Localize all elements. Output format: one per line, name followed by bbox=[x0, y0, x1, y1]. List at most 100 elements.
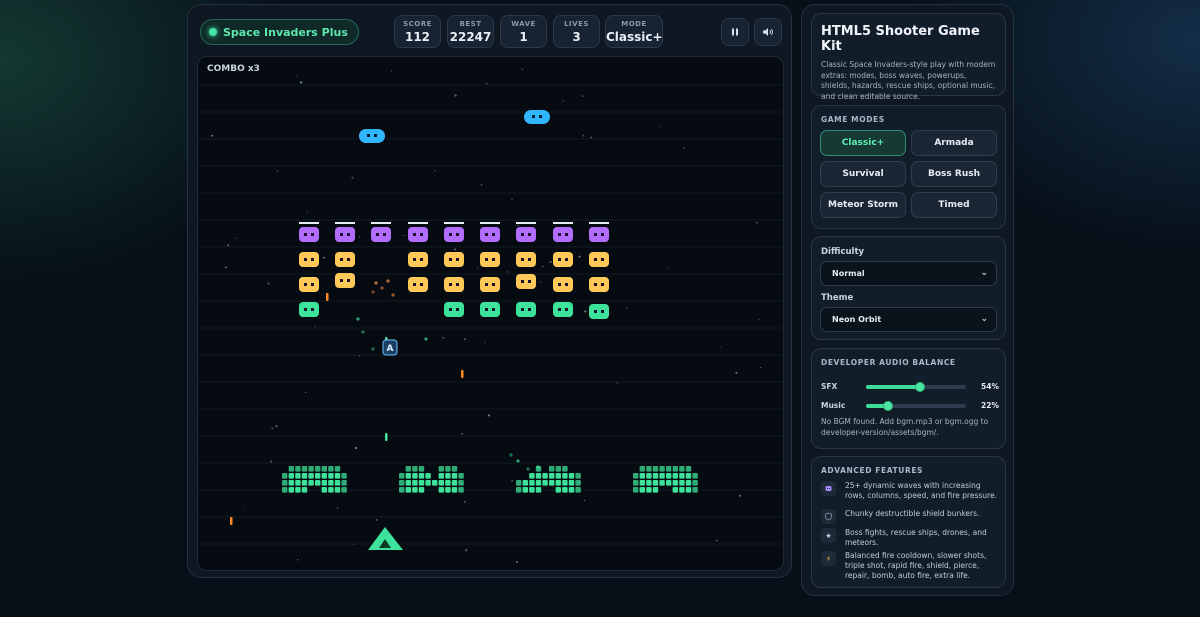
invader-eye bbox=[521, 280, 524, 283]
invader-icon bbox=[444, 252, 464, 267]
pause-button[interactable] bbox=[721, 18, 749, 46]
bunker-block bbox=[679, 466, 685, 472]
invader-health-bar bbox=[408, 222, 428, 224]
star bbox=[434, 170, 436, 172]
bunker-block bbox=[659, 473, 665, 479]
invader-eye bbox=[594, 283, 597, 286]
difficulty-select[interactable]: Normal ⌄ bbox=[820, 261, 997, 286]
music-slider[interactable] bbox=[866, 401, 966, 411]
star bbox=[211, 134, 214, 137]
bunker-block bbox=[562, 480, 568, 486]
star bbox=[242, 505, 244, 507]
ufo-eye bbox=[539, 115, 542, 118]
invader-body bbox=[444, 277, 464, 292]
invader-icon bbox=[480, 222, 500, 242]
mode-boss-rush-button[interactable]: Boss Rush bbox=[911, 161, 997, 187]
bunker-block bbox=[328, 466, 334, 472]
combo-counter: COMBO x3 bbox=[207, 64, 260, 74]
invader-eye bbox=[340, 279, 343, 282]
bunker-block bbox=[334, 480, 341, 486]
sfx-slider[interactable] bbox=[866, 382, 966, 392]
invader-eye bbox=[521, 258, 524, 261]
bunker-block bbox=[535, 487, 542, 493]
star bbox=[296, 558, 299, 561]
star bbox=[739, 494, 742, 497]
bunker-block bbox=[568, 487, 575, 493]
shield-bunkers bbox=[282, 466, 698, 493]
bunker-block bbox=[425, 480, 431, 486]
game-arena[interactable]: COMBO x3 A bbox=[197, 56, 784, 571]
mode-meteor-storm-button[interactable]: Meteor Storm bbox=[820, 192, 906, 218]
invader-formation bbox=[299, 222, 609, 319]
lives-value: 3 bbox=[572, 30, 581, 44]
star bbox=[336, 507, 339, 509]
invader-eye bbox=[565, 283, 568, 286]
star bbox=[542, 265, 544, 268]
mode-armada-button[interactable]: Armada bbox=[911, 130, 997, 156]
star bbox=[666, 266, 669, 268]
debris-particle bbox=[371, 290, 375, 294]
invader-eye bbox=[492, 233, 495, 236]
invader-icon bbox=[299, 252, 319, 267]
bunker-block bbox=[315, 480, 321, 486]
bunker-block bbox=[288, 487, 294, 493]
shield-bunker bbox=[633, 466, 698, 493]
pause-icon bbox=[732, 28, 738, 36]
invader-icon bbox=[516, 274, 536, 289]
invader-eye bbox=[594, 233, 597, 236]
invader-body bbox=[553, 227, 573, 242]
bunker-block bbox=[652, 473, 659, 479]
bunker-block bbox=[666, 466, 672, 472]
bunker-block bbox=[549, 473, 555, 479]
bunker-block bbox=[575, 480, 581, 486]
invader-eye bbox=[492, 308, 495, 311]
theme-select[interactable]: Neon Orbit ⌄ bbox=[820, 307, 997, 332]
invader-body bbox=[516, 227, 536, 242]
bunker-block bbox=[451, 473, 458, 479]
bunker-block bbox=[646, 480, 652, 486]
invader-body bbox=[408, 277, 428, 292]
star bbox=[735, 371, 738, 374]
invader-icon bbox=[299, 222, 319, 242]
invader-health-bar bbox=[299, 222, 319, 224]
star bbox=[486, 82, 488, 85]
invader-health-bar bbox=[480, 222, 500, 224]
feature-text: Boss fights, rescue ships, drones, and m… bbox=[845, 528, 987, 547]
invader-icon bbox=[516, 302, 536, 317]
mode-classic-plus-button[interactable]: Classic+ bbox=[820, 130, 906, 156]
mode-timed-button[interactable]: Timed bbox=[911, 192, 997, 218]
bunker-block bbox=[328, 487, 334, 493]
invader-eye bbox=[528, 258, 531, 261]
music-slider-row: Music 22% bbox=[821, 400, 999, 412]
invader-body bbox=[553, 252, 573, 267]
debris-particle bbox=[386, 279, 390, 283]
invader-eye bbox=[413, 283, 416, 286]
star bbox=[351, 176, 354, 179]
bunker-block bbox=[652, 466, 659, 472]
bunker-block bbox=[679, 487, 685, 493]
bunker-block bbox=[692, 473, 698, 479]
kit-description: Classic Space Invaders-style play with m… bbox=[821, 60, 996, 101]
bunker-block bbox=[321, 473, 327, 479]
bunker-block bbox=[639, 480, 645, 486]
bunker-block bbox=[542, 480, 548, 486]
bunker-block bbox=[549, 480, 555, 486]
bunker-block bbox=[418, 487, 425, 493]
sfx-value: 54% bbox=[981, 382, 999, 391]
bunker-block bbox=[445, 466, 451, 472]
mode-survival-button[interactable]: Survival bbox=[820, 161, 906, 187]
invader-eye bbox=[311, 283, 314, 286]
bunker-block bbox=[458, 480, 464, 486]
invader-eye bbox=[347, 279, 350, 282]
invader-eye bbox=[311, 233, 314, 236]
sound-button[interactable] bbox=[754, 18, 782, 46]
invader-eye bbox=[311, 308, 314, 311]
bunker-block bbox=[692, 480, 698, 486]
invader-body bbox=[516, 274, 536, 289]
sfx-slider-handle[interactable] bbox=[915, 382, 925, 392]
invader-eye bbox=[528, 233, 531, 236]
bunker-block bbox=[438, 487, 444, 493]
music-slider-handle[interactable] bbox=[883, 401, 893, 411]
invader-body bbox=[516, 302, 536, 317]
grid-lines bbox=[198, 84, 783, 545]
